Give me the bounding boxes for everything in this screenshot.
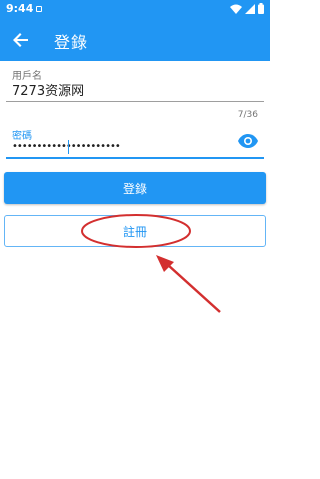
page-title: 登錄 <box>54 33 89 52</box>
password-counter: 7/36 <box>237 110 258 120</box>
app-bar: 登錄 <box>0 18 270 61</box>
password-underline <box>6 157 264 159</box>
arrow-left-icon <box>13 33 28 47</box>
username-underline <box>6 101 264 102</box>
wifi-icon <box>230 4 242 14</box>
status-bar: 9:44 <box>0 0 270 18</box>
username-field[interactable]: 7273资源网 <box>12 80 84 99</box>
status-icons <box>230 3 264 14</box>
password-label: 密碼 <box>12 131 32 142</box>
text-caret <box>68 140 69 154</box>
toggle-password-visibility-button[interactable] <box>236 130 260 152</box>
signal-icon <box>245 3 255 14</box>
back-button[interactable] <box>8 27 34 53</box>
annotation-arrow-head <box>156 255 174 272</box>
password-field[interactable]: •••••••••••••••••••••• <box>12 141 121 152</box>
status-time: 9:44 <box>6 2 34 15</box>
notification-icon <box>36 6 42 12</box>
eye-icon <box>238 134 258 148</box>
battery-icon <box>258 3 264 14</box>
annotation-arrow-shaft <box>167 264 221 313</box>
login-button[interactable]: 登錄 <box>4 172 266 204</box>
register-button[interactable]: 註冊 <box>4 215 266 247</box>
